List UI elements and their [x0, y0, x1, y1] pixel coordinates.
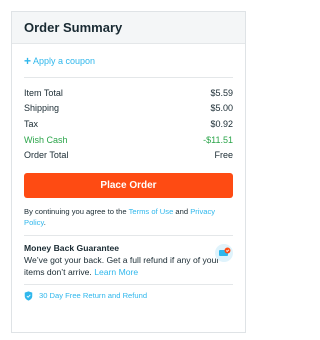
line-item-total: Item Total $5.59 [24, 85, 233, 101]
terms-middle: and [173, 206, 189, 216]
apply-coupon-label: Apply a coupon [33, 55, 96, 66]
learn-more-link[interactable]: Learn More [94, 267, 138, 277]
free-return-label: 30 Day Free Return and Refund [39, 291, 148, 301]
terms-notice: By continuing you agree to the Terms of … [24, 206, 233, 236]
order-summary-title: Order Summary [24, 20, 123, 35]
terms-prefix: By continuing you agree to the [24, 206, 129, 216]
plus-icon: + [24, 53, 32, 68]
tax-value: $0.92 [210, 118, 233, 129]
shipping-value: $5.00 [210, 103, 233, 114]
order-total-label: Order Total [24, 150, 69, 161]
wish-cash-label: Wish Cash [24, 134, 68, 145]
guarantee-text: We’ve got your back. Get a full refund i… [24, 254, 233, 278]
terms-suffix: . [43, 217, 46, 227]
order-summary-header: Order Summary [12, 12, 245, 44]
place-order-button[interactable]: Place Order [24, 172, 233, 198]
terms-of-use-link[interactable]: Terms of Use [129, 207, 174, 216]
order-total-value: Free [214, 150, 233, 161]
line-shipping: Shipping $5.00 [24, 101, 233, 117]
money-back-guarantee: Money Back Guarantee We’ve got your back… [24, 236, 233, 285]
wish-cash-value: -$11.51 [203, 134, 233, 145]
refund-badge-icon [215, 243, 233, 262]
totals-list: Item Total $5.59 Shipping $5.00 Tax $0.9… [24, 78, 233, 163]
tax-label: Tax [24, 118, 39, 129]
apply-coupon-link[interactable]: + Apply a coupon [24, 55, 95, 67]
free-return-row[interactable]: 30 Day Free Return and Refund [24, 285, 233, 307]
line-order-total: Order Total Free [24, 147, 233, 163]
line-tax: Tax $0.92 [24, 116, 233, 132]
guarantee-title: Money Back Guarantee [24, 242, 120, 253]
coupon-row: + Apply a coupon [24, 44, 233, 78]
order-summary-body: + Apply a coupon Item Total $5.59 Shippi… [12, 44, 245, 307]
item-total-label: Item Total [24, 87, 63, 98]
line-wish-cash: Wish Cash -$11.51 [24, 132, 233, 148]
shield-icon [24, 291, 33, 301]
shipping-label: Shipping [24, 103, 60, 114]
order-summary-panel: Order Summary + Apply a coupon Item Tota… [11, 11, 246, 333]
item-total-value: $5.59 [210, 87, 233, 98]
